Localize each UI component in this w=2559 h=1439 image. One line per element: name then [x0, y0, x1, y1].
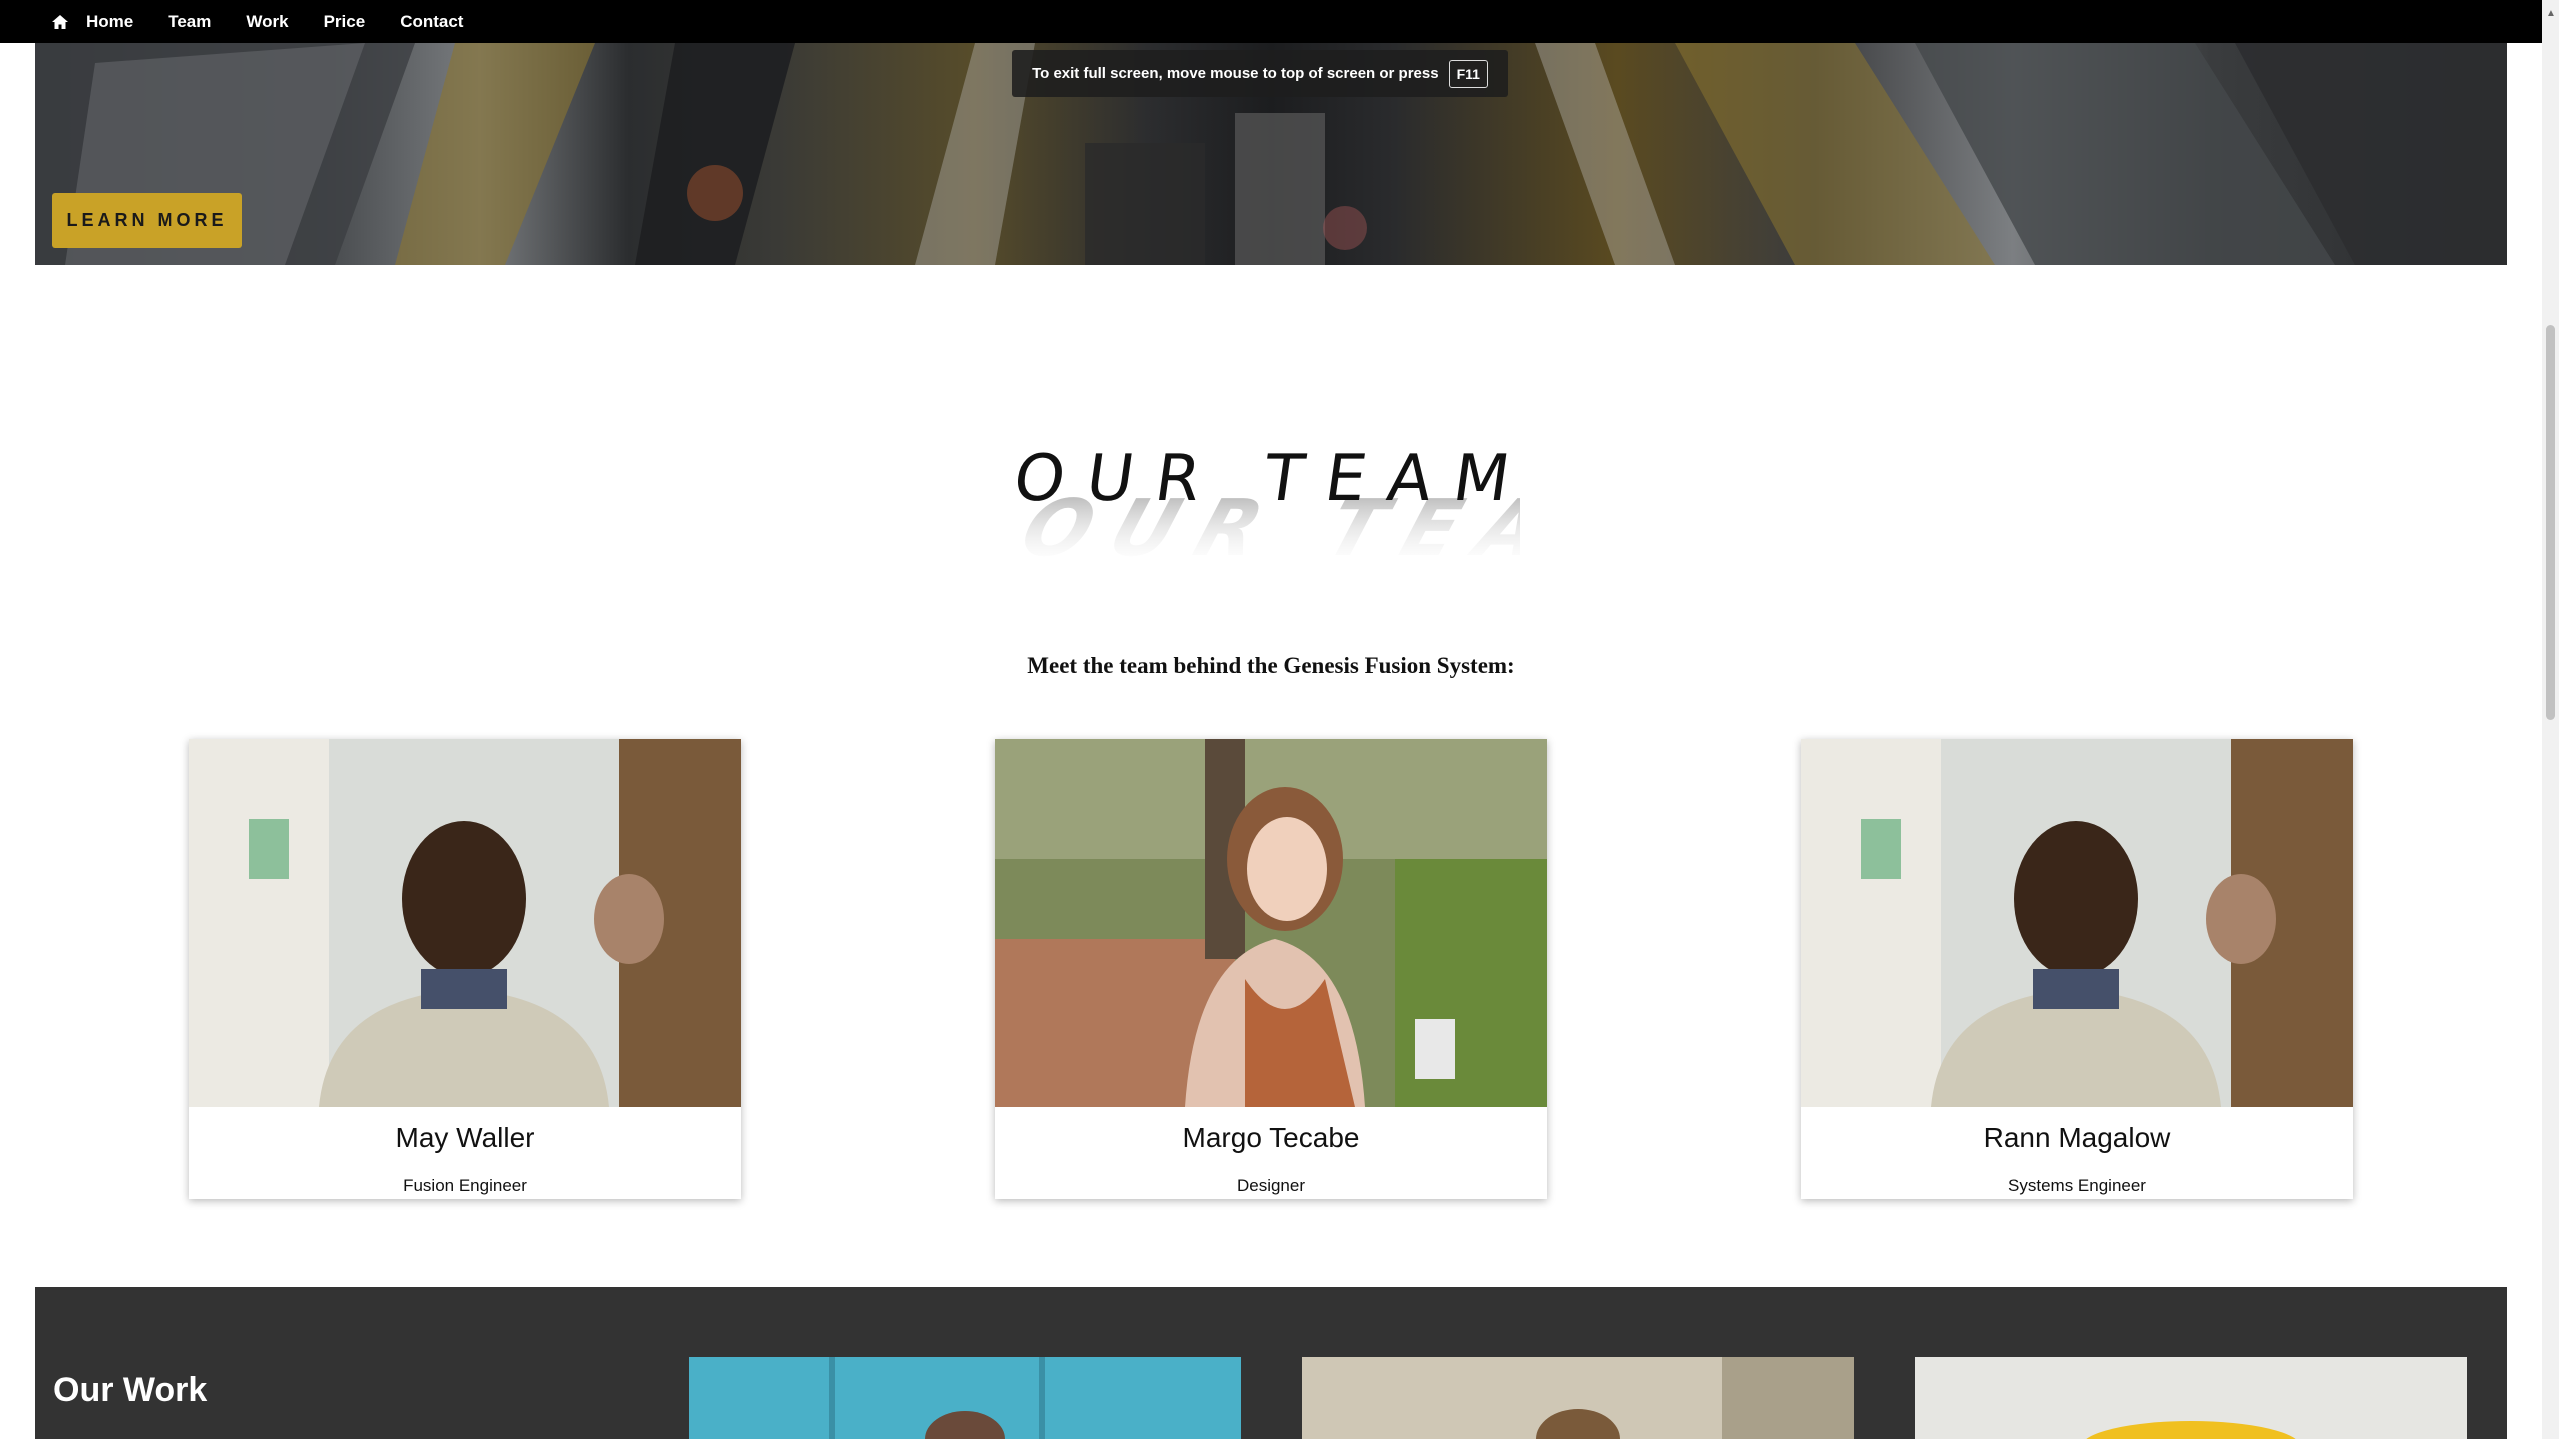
team-title: OUR TEAM OUR TEAM [1009, 441, 1520, 573]
f11-key-badge: F11 [1448, 59, 1488, 88]
work-title: Our Work [53, 1371, 208, 1409]
team-subtitle: Meet the team behind the Genesis Fusion … [1027, 653, 1515, 678]
nav-work-link[interactable]: Work [246, 12, 288, 32]
work-section: Our Work [35, 1287, 2507, 1439]
nav-contact-link[interactable]: Contact [400, 12, 463, 32]
team-card: Rann Magalow Systems Engineer [1801, 739, 2353, 1199]
home-icon [52, 14, 68, 29]
scroll-thumb[interactable] [2546, 325, 2555, 720]
nav-price-link[interactable]: Price [324, 12, 366, 32]
member-photo [189, 739, 741, 1107]
work-thumbnail[interactable] [1915, 1357, 2467, 1439]
nav-home-link[interactable]: Home [52, 12, 133, 32]
fullscreen-notice: To exit full screen, move mouse to top o… [1012, 50, 1508, 97]
member-photo [995, 739, 1547, 1107]
learn-more-button[interactable]: LEARN MORE [52, 193, 242, 248]
member-role: Fusion Engineer [403, 1176, 527, 1195]
member-name: Margo Tecabe [1182, 1122, 1360, 1153]
svg-text:OUR TEAM: OUR TEAM [1009, 441, 1520, 516]
member-name: Rann Magalow [1983, 1122, 2171, 1153]
work-thumbnail[interactable] [689, 1357, 1241, 1439]
team-card: Margo Tecabe Designer [995, 739, 1547, 1199]
scroll-up-arrow-icon[interactable]: ▲ [2546, 8, 2556, 19]
work-thumbnail[interactable] [1302, 1357, 1854, 1439]
nav-home-label: Home [86, 11, 134, 31]
fullscreen-notice-text: To exit full screen, move mouse to top o… [1032, 65, 1439, 82]
member-photo [1801, 739, 2353, 1107]
member-name: May Waller [395, 1122, 535, 1153]
member-role: Systems Engineer [2008, 1176, 2146, 1195]
member-role: Designer [1236, 1176, 1306, 1195]
page-scrollbar[interactable]: ▲ [2542, 0, 2559, 1439]
top-navbar: Home Team Work Price Contact [0, 0, 2542, 43]
team-card: May Waller Fusion Engineer [189, 739, 741, 1199]
nav-team-link[interactable]: Team [168, 12, 211, 32]
